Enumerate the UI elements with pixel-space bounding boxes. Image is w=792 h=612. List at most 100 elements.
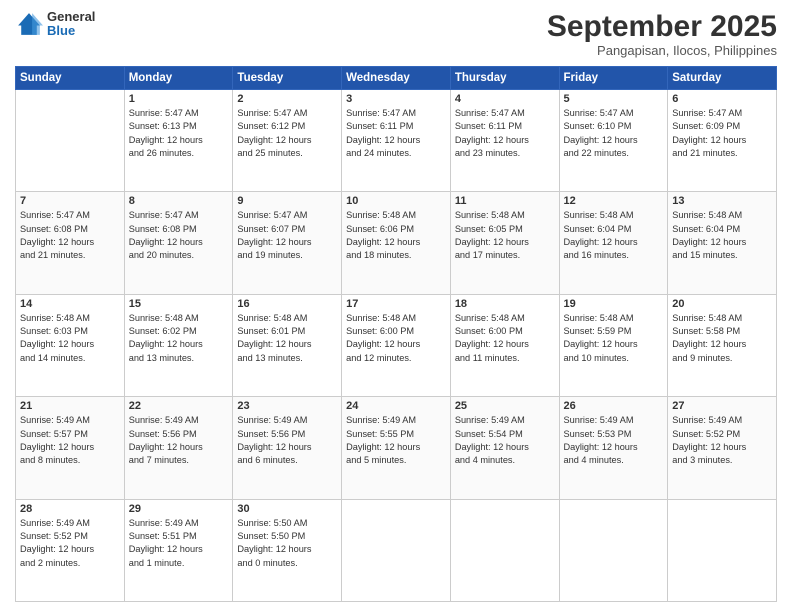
- column-header-wednesday: Wednesday: [342, 67, 451, 90]
- calendar-cell: 21Sunrise: 5:49 AM Sunset: 5:57 PM Dayli…: [16, 397, 125, 499]
- day-number: 11: [455, 195, 555, 207]
- column-header-friday: Friday: [559, 67, 668, 90]
- calendar-cell: 1 Sunrise: 5:47 AM Sunset: 6:13 PM Daylig…: [124, 90, 233, 192]
- calendar-cell: 25 Sunrise: 5:49 AM Sunset: 5:54 PM Dayli…: [450, 397, 559, 499]
- calendar-cell: 15Sunrise: 5:48 AM Sunset: 6:02 PM Dayli…: [124, 294, 233, 396]
- day-info: Sunrise: 5:49 AM Sunset: 5:54 PM Dayligh…: [455, 414, 555, 467]
- day-number: 9: [237, 195, 337, 207]
- day-number: 15: [129, 298, 229, 310]
- day-info: Sunrise: 5:49 AM Sunset: 5:51 PM Dayligh…: [129, 517, 229, 570]
- location: Pangapisan, Ilocos, Philippines: [547, 43, 777, 58]
- day-number: 14: [20, 298, 120, 310]
- day-info: Sunrise: 5:47 AM Sunset: 6:11 PM Dayligh…: [455, 107, 555, 160]
- header: General Blue September 2025 Pangapisan, …: [15, 10, 777, 58]
- day-number: 21: [20, 400, 120, 412]
- day-number: 19: [564, 298, 664, 310]
- logo-icon: [15, 10, 43, 38]
- day-info: Sunrise: 5:49 AM Sunset: 5:56 PM Dayligh…: [129, 414, 229, 467]
- day-info: Sunrise: 5:47 AM Sunset: 6:09 PM Dayligh…: [672, 107, 772, 160]
- calendar-cell: [16, 90, 125, 192]
- day-info: Sunrise: 5:47 AM Sunset: 6:13 PM Dayligh…: [129, 107, 229, 160]
- day-info: Sunrise: 5:47 AM Sunset: 6:12 PM Dayligh…: [237, 107, 337, 160]
- day-number: 23: [237, 400, 337, 412]
- calendar-header-row: SundayMondayTuesdayWednesdayThursdayFrid…: [16, 67, 777, 90]
- day-number: 2: [237, 93, 337, 105]
- day-info: Sunrise: 5:49 AM Sunset: 5:56 PM Dayligh…: [237, 414, 337, 467]
- day-number: 25: [455, 400, 555, 412]
- day-info: Sunrise: 5:47 AM Sunset: 6:08 PM Dayligh…: [20, 209, 120, 262]
- day-info: Sunrise: 5:49 AM Sunset: 5:52 PM Dayligh…: [20, 517, 120, 570]
- calendar-cell: 17 Sunrise: 5:48 AM Sunset: 6:00 PM Dayli…: [342, 294, 451, 396]
- calendar-cell: 3 Sunrise: 5:47 AM Sunset: 6:11 PM Daylig…: [342, 90, 451, 192]
- calendar-cell: [559, 499, 668, 601]
- day-number: 13: [672, 195, 772, 207]
- calendar-cell: [450, 499, 559, 601]
- day-info: Sunrise: 5:47 AM Sunset: 6:07 PM Dayligh…: [237, 209, 337, 262]
- day-number: 20: [672, 298, 772, 310]
- calendar-week-1: 1 Sunrise: 5:47 AM Sunset: 6:13 PM Daylig…: [16, 90, 777, 192]
- calendar-cell: 16 Sunrise: 5:48 AM Sunset: 6:01 PM Dayli…: [233, 294, 342, 396]
- column-header-monday: Monday: [124, 67, 233, 90]
- calendar-cell: 11 Sunrise: 5:48 AM Sunset: 6:05 PM Dayli…: [450, 192, 559, 294]
- day-info: Sunrise: 5:48 AM Sunset: 6:00 PM Dayligh…: [346, 312, 446, 365]
- day-number: 26: [564, 400, 664, 412]
- day-info: Sunrise: 5:49 AM Sunset: 5:53 PM Dayligh…: [564, 414, 664, 467]
- day-info: Sunrise: 5:48 AM Sunset: 5:58 PM Dayligh…: [672, 312, 772, 365]
- day-number: 16: [237, 298, 337, 310]
- calendar-cell: [342, 499, 451, 601]
- logo-blue: Blue: [47, 24, 95, 38]
- day-number: 8: [129, 195, 229, 207]
- calendar-week-3: 14 Sunrise: 5:48 AM Sunset: 6:03 PM Dayli…: [16, 294, 777, 396]
- day-info: Sunrise: 5:48 AM Sunset: 6:03 PM Dayligh…: [20, 312, 120, 365]
- day-info: Sunrise: 5:48 AM Sunset: 6:00 PM Dayligh…: [455, 312, 555, 365]
- day-number: 3: [346, 93, 446, 105]
- day-number: 24: [346, 400, 446, 412]
- day-info: Sunrise: 5:48 AM Sunset: 5:59 PM Dayligh…: [564, 312, 664, 365]
- day-number: 22: [129, 400, 229, 412]
- day-info: Sunrise: 5:49 AM Sunset: 5:52 PM Dayligh…: [672, 414, 772, 467]
- day-number: 6: [672, 93, 772, 105]
- title-block: September 2025 Pangapisan, Ilocos, Phili…: [547, 10, 777, 58]
- day-number: 28: [20, 503, 120, 515]
- calendar-cell: 4 Sunrise: 5:47 AM Sunset: 6:11 PM Daylig…: [450, 90, 559, 192]
- calendar-cell: 6 Sunrise: 5:47 AM Sunset: 6:09 PM Daylig…: [668, 90, 777, 192]
- calendar-cell: 30Sunrise: 5:50 AM Sunset: 5:50 PM Dayli…: [233, 499, 342, 601]
- calendar-cell: 29 Sunrise: 5:49 AM Sunset: 5:51 PM Dayli…: [124, 499, 233, 601]
- day-info: Sunrise: 5:48 AM Sunset: 6:01 PM Dayligh…: [237, 312, 337, 365]
- day-info: Sunrise: 5:48 AM Sunset: 6:05 PM Dayligh…: [455, 209, 555, 262]
- day-number: 17: [346, 298, 446, 310]
- day-number: 10: [346, 195, 446, 207]
- calendar-cell: 26 Sunrise: 5:49 AM Sunset: 5:53 PM Dayli…: [559, 397, 668, 499]
- calendar-cell: 2 Sunrise: 5:47 AM Sunset: 6:12 PM Daylig…: [233, 90, 342, 192]
- logo-text: General Blue: [47, 10, 95, 39]
- column-header-thursday: Thursday: [450, 67, 559, 90]
- calendar-week-2: 7 Sunrise: 5:47 AM Sunset: 6:08 PM Daylig…: [16, 192, 777, 294]
- day-number: 4: [455, 93, 555, 105]
- day-number: 7: [20, 195, 120, 207]
- calendar-cell: 14 Sunrise: 5:48 AM Sunset: 6:03 PM Dayli…: [16, 294, 125, 396]
- day-number: 1: [129, 93, 229, 105]
- calendar-week-4: 21Sunrise: 5:49 AM Sunset: 5:57 PM Dayli…: [16, 397, 777, 499]
- day-info: Sunrise: 5:48 AM Sunset: 6:06 PM Dayligh…: [346, 209, 446, 262]
- calendar-cell: 24Sunrise: 5:49 AM Sunset: 5:55 PM Dayli…: [342, 397, 451, 499]
- calendar-cell: 7 Sunrise: 5:47 AM Sunset: 6:08 PM Daylig…: [16, 192, 125, 294]
- calendar-cell: 27Sunrise: 5:49 AM Sunset: 5:52 PM Dayli…: [668, 397, 777, 499]
- day-number: 18: [455, 298, 555, 310]
- calendar-week-5: 28 Sunrise: 5:49 AM Sunset: 5:52 PM Dayli…: [16, 499, 777, 601]
- calendar-cell: 23 Sunrise: 5:49 AM Sunset: 5:56 PM Dayli…: [233, 397, 342, 499]
- calendar-cell: 22 Sunrise: 5:49 AM Sunset: 5:56 PM Dayli…: [124, 397, 233, 499]
- logo: General Blue: [15, 10, 95, 39]
- day-info: Sunrise: 5:47 AM Sunset: 6:11 PM Dayligh…: [346, 107, 446, 160]
- column-header-sunday: Sunday: [16, 67, 125, 90]
- day-number: 12: [564, 195, 664, 207]
- page: General Blue September 2025 Pangapisan, …: [0, 0, 792, 612]
- day-number: 29: [129, 503, 229, 515]
- calendar-cell: 12Sunrise: 5:48 AM Sunset: 6:04 PM Dayli…: [559, 192, 668, 294]
- calendar-cell: 19 Sunrise: 5:48 AM Sunset: 5:59 PM Dayli…: [559, 294, 668, 396]
- calendar-cell: 13Sunrise: 5:48 AM Sunset: 6:04 PM Dayli…: [668, 192, 777, 294]
- logo-general: General: [47, 10, 95, 24]
- calendar-cell: 28 Sunrise: 5:49 AM Sunset: 5:52 PM Dayli…: [16, 499, 125, 601]
- calendar-cell: 18 Sunrise: 5:48 AM Sunset: 6:00 PM Dayli…: [450, 294, 559, 396]
- calendar-cell: 8Sunrise: 5:47 AM Sunset: 6:08 PM Daylig…: [124, 192, 233, 294]
- calendar-cell: 5Sunrise: 5:47 AM Sunset: 6:10 PM Daylig…: [559, 90, 668, 192]
